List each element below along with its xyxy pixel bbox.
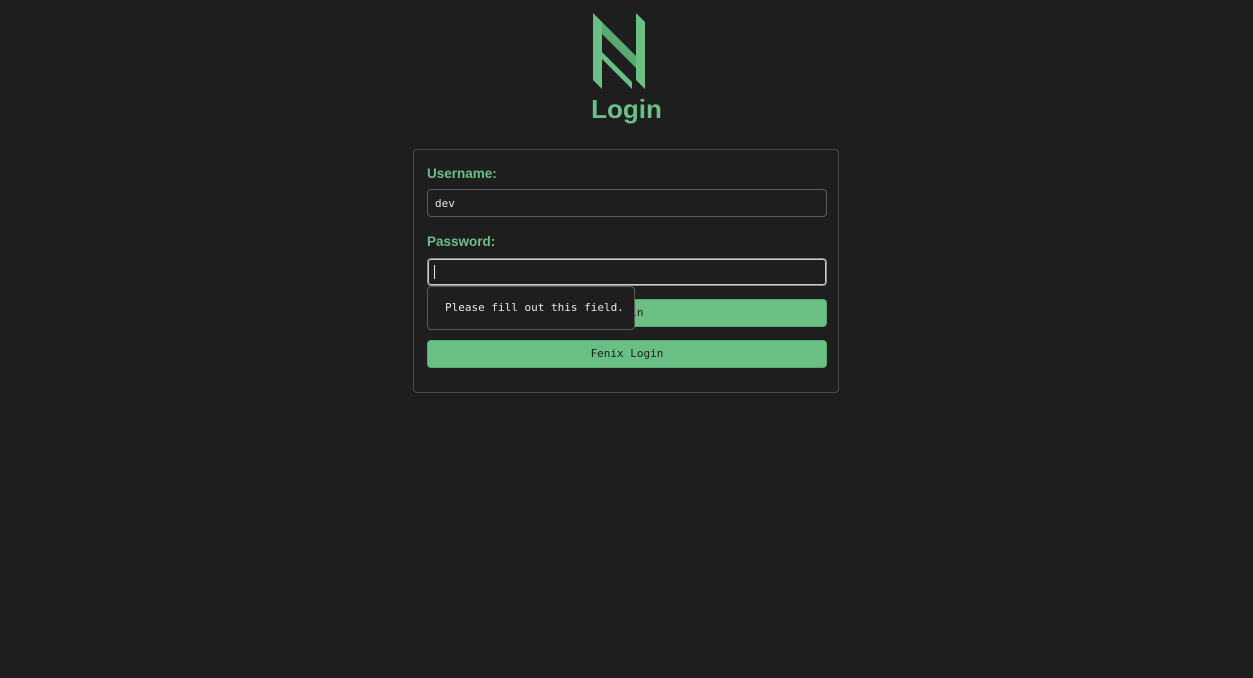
- text-cursor: [434, 265, 435, 279]
- password-label: Password:: [427, 234, 496, 249]
- fenix-login-button[interactable]: Fenix Login: [427, 340, 827, 368]
- validation-tooltip: Please fill out this field.: [427, 286, 635, 330]
- page-title: Login: [591, 94, 662, 124]
- fenix-logo-icon: [593, 13, 645, 89]
- login-form: Username: Password: Login Fenix Login: [413, 149, 839, 393]
- password-input[interactable]: [427, 258, 827, 286]
- username-input[interactable]: [427, 189, 827, 217]
- username-label: Username:: [427, 166, 497, 181]
- login-page: Login Username: Password: Login Fenix Lo…: [0, 0, 1253, 678]
